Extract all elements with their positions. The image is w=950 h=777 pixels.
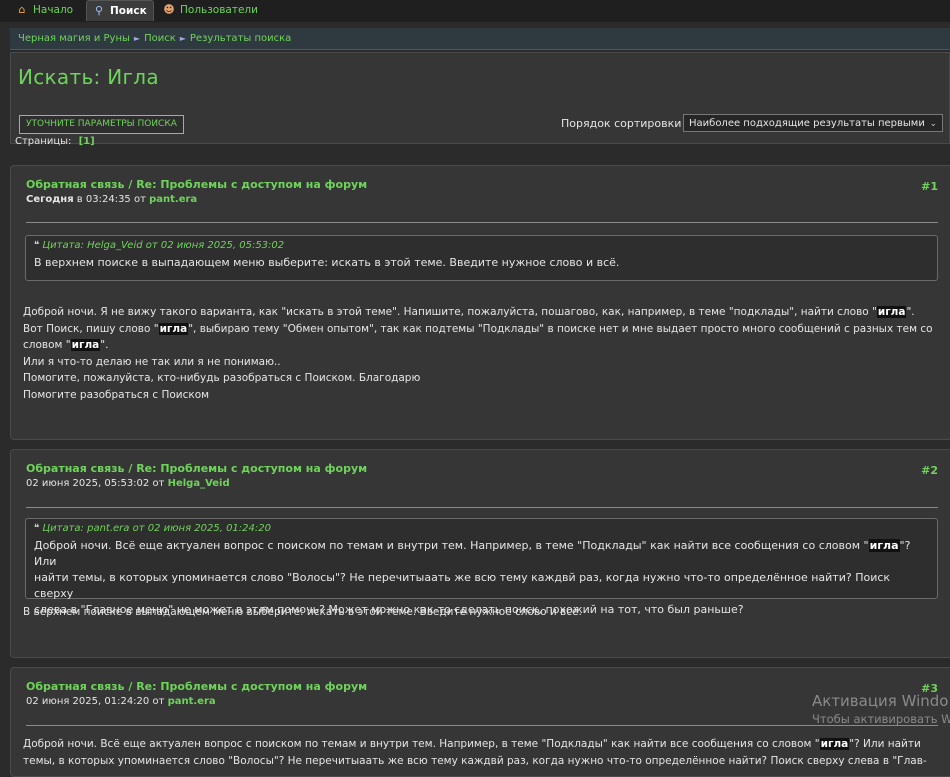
text-span: ".	[100, 339, 109, 351]
search-result-post: Обратная связь / Re: Проблемы с доступом…	[10, 667, 950, 777]
sort-order-label: Порядок сортировки	[561, 117, 682, 130]
nav-search-label: Поиск	[110, 5, 147, 17]
post-line: словом "игла".	[23, 337, 940, 354]
post-line: Вот Поиск, пишу слово "игла", выбираю те…	[23, 321, 940, 338]
users-icon: ☻	[163, 3, 175, 16]
post-author-link[interactable]: Helga_Veid	[168, 478, 230, 489]
search-header: Черная магия и Руны ► Поиск ► Результаты…	[10, 28, 950, 149]
text-span: словом "	[23, 339, 71, 351]
post-line: Или я что-то делаю не так или я не поним…	[23, 355, 281, 368]
post-meta: Сегодня в 03:24:35 от pant.era	[26, 194, 197, 205]
top-navigation: ⌂ Начало ⚲ Поиск ☻ Пользователи	[0, 0, 950, 22]
post-body: Доброй ночи. Всё еще актуален вопрос с п…	[23, 736, 940, 769]
post-divider	[26, 507, 938, 508]
post-author-link[interactable]: pant.era	[168, 696, 216, 707]
post-title-link[interactable]: Обратная связь / Re: Проблемы с доступом…	[26, 178, 367, 191]
post-divider	[26, 725, 938, 726]
breadcrumb-search[interactable]: Поиск	[144, 33, 176, 44]
text-span: "? Или найти	[849, 738, 921, 750]
post-line: темы, в которых упоминается слово "Волос…	[23, 754, 927, 767]
nav-home[interactable]: ⌂ Начало	[16, 0, 74, 20]
nav-home-label: Начало	[33, 4, 74, 16]
page-title: Искать: Игла	[18, 65, 159, 89]
home-icon: ⌂	[18, 3, 26, 16]
text-span: Доброй ночи. Всё еще актуален вопрос с п…	[23, 738, 820, 750]
post-author-link[interactable]: pant.era	[149, 194, 197, 205]
nav-users-label: Пользователи	[180, 4, 258, 16]
breadcrumb-board[interactable]: Черная магия и Руны	[18, 33, 130, 44]
search-result-post: Обратная связь / Re: Проблемы с доступом…	[10, 449, 950, 658]
chevron-down-icon: ⌄	[929, 119, 937, 129]
breadcrumb-results[interactable]: Результаты поиска	[190, 33, 291, 44]
quote-icon: ❝	[34, 523, 40, 534]
pagination: Страницы: [1]	[15, 136, 95, 147]
search-header-panel: Искать: Игла УТОЧНИТЕ ПАРАМЕТРЫ ПОИСКА П…	[10, 52, 950, 144]
post-line: Доброй ночи. Всё еще актуален вопрос с п…	[23, 736, 940, 753]
post-meta: 02 июня 2025, 01:24:20 от pant.era	[26, 696, 216, 707]
post-line: Доброй ночи. Я не вижу такого варианта, …	[23, 304, 940, 321]
refine-search-button[interactable]: УТОЧНИТЕ ПАРАМЕТРЫ ПОИСКА	[19, 115, 184, 134]
quote-header: ❝ Цитата: Helga_Veid от 02 июня 2025, 05:…	[34, 240, 929, 251]
text-span: ", выбираю тему "Обмен опытом", так как …	[188, 322, 933, 335]
breadcrumb-separator: ►	[133, 34, 141, 43]
post-line: Помогите разобраться с Поиском	[23, 388, 210, 401]
search-result-post: Обратная связь / Re: Проблемы с доступом…	[10, 165, 950, 440]
breadcrumb: Черная магия и Руны ► Поиск ► Результаты…	[10, 28, 950, 50]
quote-line: Доброй ночи. Всё еще актуален вопрос с п…	[34, 538, 929, 570]
sort-order-value: Наиболее подходящие результаты первыми	[689, 118, 925, 129]
post-line: В верхнем поиске в выпадающем меню выбер…	[23, 606, 582, 618]
quote-icon: ❝	[34, 240, 40, 251]
quote-header-text: Цитата: pant.era от 02 июня 2025, 01:24:…	[42, 523, 271, 534]
windows-activation-watermark: Активация Windo Чтобы активировать Win	[812, 692, 950, 726]
watermark-subtitle: Чтобы активировать Win	[812, 712, 950, 726]
post-body: В верхнем поиске в выпадающем меню выбер…	[23, 604, 940, 621]
quote-block: ❝ Цитата: Helga_Veid от 02 июня 2025, 05:…	[25, 235, 938, 281]
post-number[interactable]: #1	[921, 180, 938, 193]
post-line: Помогите, пожалуйста, кто-нибудь разобра…	[23, 372, 421, 384]
quote-block: ❝ Цитата: pant.era от 02 июня 2025, 01:24…	[25, 518, 938, 616]
post-date: 02 июня 2025, 01:24:20 от	[26, 696, 168, 707]
search-icon: ⚲	[94, 4, 104, 17]
search-highlight: игла	[868, 539, 900, 552]
watermark-title: Активация Windo	[812, 692, 949, 710]
search-highlight: игла	[158, 322, 189, 335]
post-date-bold: Сегодня	[26, 194, 74, 205]
page-link-1[interactable]: [1]	[79, 136, 95, 147]
text-span: ".	[906, 306, 915, 318]
text-span: Доброй ночи. Я не вижу такого варианта, …	[23, 306, 877, 318]
post-date: в 03:24:35 от	[73, 194, 150, 205]
pages-label: Страницы:	[15, 136, 72, 147]
post-body: Доброй ночи. Я не вижу такого варианта, …	[23, 304, 940, 403]
search-highlight: игла	[70, 339, 101, 351]
quote-header: ❝ Цитата: pant.era от 02 июня 2025, 01:24…	[34, 523, 929, 534]
search-highlight: игла	[819, 738, 850, 750]
post-meta: 02 июня 2025, 05:53:02 от Helga_Veid	[26, 478, 230, 489]
breadcrumb-separator: ►	[179, 34, 186, 43]
search-highlight: игла	[876, 306, 907, 318]
sort-order-select[interactable]: Наиболее подходящие результаты первыми ⌄	[683, 114, 943, 132]
nav-users[interactable]: ☻ Пользователи	[163, 0, 258, 20]
text-span: Доброй ночи. Всё еще актуален вопрос с п…	[34, 539, 869, 552]
post-divider	[26, 222, 938, 223]
post-number[interactable]: #2	[921, 464, 938, 477]
nav-search[interactable]: ⚲ Поиск	[86, 0, 154, 21]
post-title-link[interactable]: Обратная связь / Re: Проблемы с доступом…	[26, 462, 367, 475]
quote-text: В верхнем поиске в выпадающем меню выбер…	[34, 256, 620, 269]
quote-line: найти темы, в которых упоминается слово …	[34, 571, 891, 600]
post-date: 02 июня 2025, 05:53:02 от	[26, 478, 168, 489]
post-title-link[interactable]: Обратная связь / Re: Проблемы с доступом…	[26, 680, 367, 693]
quote-header-text: Цитата: Helga_Veid от 02 июня 2025, 05:5…	[42, 240, 285, 251]
text-span: Вот Поиск, пишу слово "	[23, 322, 159, 335]
